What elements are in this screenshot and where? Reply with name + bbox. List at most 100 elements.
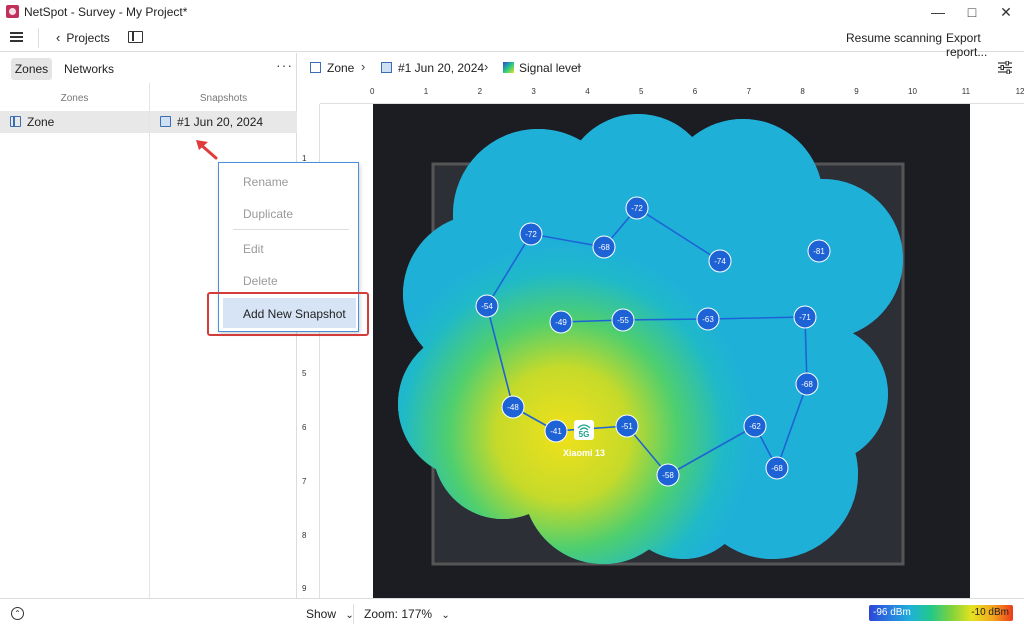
tab-zones[interactable]: Zones <box>11 58 52 80</box>
ruler-top-tick: 11 <box>961 87 971 96</box>
ruler-left-tick: 7 <box>302 476 307 486</box>
ruler-top-tick: 4 <box>585 87 590 96</box>
menu-item-edit[interactable]: Edit <box>243 242 264 256</box>
hamburger-menu-icon[interactable] <box>10 30 24 44</box>
maximize-icon[interactable]: □ <box>955 0 989 24</box>
ruler-top-tick: 10 <box>908 87 917 96</box>
zoom-dropdown[interactable]: Zoom: 177% ⌄ <box>364 607 450 621</box>
zone-list-item[interactable]: Zone <box>0 111 149 133</box>
menu-item-rename[interactable]: Rename <box>243 175 288 189</box>
survey-point-value: -63 <box>702 315 714 324</box>
ruler-top-tick: 2 <box>477 87 483 96</box>
snapshot-name: #1 Jun 20, 2024 <box>177 115 264 129</box>
snapshot-icon <box>381 62 392 73</box>
ruler-top-tick: 6 <box>692 87 698 96</box>
ruler-top: 0 1 2 3 4 5 6 7 8 9 10 11 12 <box>320 82 1024 104</box>
survey-point[interactable]: -49 <box>549 310 573 334</box>
ruler-left-tick: 9 <box>302 584 307 594</box>
back-to-projects-button[interactable]: ‹ Projects <box>56 30 110 45</box>
zones-column-header: Zones <box>60 93 89 104</box>
app-logo-icon <box>6 5 19 18</box>
survey-point-value: -71 <box>799 313 811 322</box>
access-point-band: 5G <box>579 430 590 439</box>
survey-point[interactable]: -68 <box>795 372 819 396</box>
ruler-left-tick: 5 <box>302 369 307 379</box>
survey-point-value: -72 <box>525 230 537 239</box>
ruler-top-tick: 3 <box>531 87 536 96</box>
toolbar: ‹ Projects Resume scanning Export report.… <box>0 24 1024 59</box>
heatmap-view[interactable]: -72 -68 -72 -74 -81 -54 -49 -55 -63 -71 -68 -48 -41 -… <box>373 104 970 598</box>
survey-point[interactable]: -71 <box>793 305 817 329</box>
ruler-top-tick: 9 <box>854 87 859 96</box>
survey-point-value: -41 <box>550 427 562 436</box>
survey-point-value: -68 <box>771 464 783 473</box>
ruler-top-tick: 12 <box>1015 87 1024 96</box>
survey-point-value: -74 <box>714 257 726 266</box>
survey-point[interactable]: -68 <box>765 456 789 480</box>
survey-point[interactable]: -81 <box>807 239 831 263</box>
zoom-label: Zoom: 177% <box>364 607 433 621</box>
ruler-top-tick: 0 <box>370 87 375 96</box>
column-divider <box>149 83 150 598</box>
survey-point[interactable]: -41 <box>544 419 568 443</box>
ruler-left-tick: 6 <box>302 423 307 432</box>
tab-networks[interactable]: Networks <box>64 62 114 76</box>
survey-point-value: -48 <box>507 403 519 412</box>
chevron-down-icon: ⌄ <box>441 610 450 621</box>
snapshot-icon <box>160 116 171 127</box>
chevron-down-icon[interactable]: ⌄ <box>575 60 583 71</box>
snapshot-list-item[interactable]: #1 Jun 20, 2024 <box>150 111 297 133</box>
toolbar-divider <box>38 28 39 48</box>
highlight-box <box>207 292 369 336</box>
survey-point[interactable]: -74 <box>708 249 732 273</box>
visualization-dropdown[interactable]: Signal level <box>519 61 580 75</box>
menu-item-duplicate[interactable]: Duplicate <box>243 207 293 221</box>
legend-max-label: -10 dBm <box>971 607 1009 618</box>
settings-sliders-icon[interactable] <box>998 61 1012 74</box>
minimize-icon[interactable]: — <box>921 0 955 24</box>
zone-icon <box>310 62 321 73</box>
survey-point-value: -81 <box>813 247 825 256</box>
status-bar: ⌃ Show ⌄ Zoom: 177% ⌄ -96 dBm -10 dBm <box>0 598 1024 628</box>
survey-path-segment <box>622 318 709 321</box>
survey-point[interactable]: -51 <box>615 414 639 438</box>
survey-point[interactable]: -48 <box>501 395 525 419</box>
survey-point-value: -68 <box>801 380 813 389</box>
survey-point[interactable]: -54 <box>475 294 499 318</box>
survey-point[interactable]: -62 <box>743 414 767 438</box>
survey-point[interactable]: -72 <box>625 196 649 220</box>
survey-point[interactable]: -55 <box>611 308 635 332</box>
survey-point[interactable]: -63 <box>696 307 720 331</box>
more-options-icon[interactable]: ··· <box>276 57 293 73</box>
toggle-sidebar-icon[interactable] <box>128 31 143 43</box>
zone-icon <box>10 116 21 127</box>
chevron-right-icon: › <box>484 59 489 74</box>
survey-point-value: -54 <box>481 302 493 311</box>
close-icon[interactable]: ✕ <box>989 0 1023 24</box>
signal-legend: -96 dBm -10 dBm <box>869 605 1013 621</box>
ruler-top-tick: 5 <box>639 87 644 96</box>
breadcrumb-snapshot[interactable]: #1 Jun 20, 2024 <box>398 61 484 75</box>
zone-name: Zone <box>27 115 55 129</box>
ruler-top-tick: 8 <box>800 87 805 96</box>
menu-item-delete[interactable]: Delete <box>243 274 278 288</box>
title-bar: NetSpot - Survey - My Project* — □ ✕ <box>0 0 1024 24</box>
resume-scanning-button[interactable]: Resume scanning <box>846 31 942 45</box>
legend-min-label: -96 dBm <box>873 607 911 618</box>
heatmap-svg: -72 -68 -72 -74 -81 -54 -49 -55 -63 -71 -68 -48 -41 -… <box>398 114 905 566</box>
survey-point[interactable]: -72 <box>519 222 543 246</box>
breadcrumb-zone[interactable]: Zone <box>327 61 354 75</box>
collapse-panel-icon[interactable]: ⌃ <box>11 607 24 620</box>
survey-point-value: -68 <box>598 243 610 252</box>
survey-point-value: -51 <box>621 422 633 431</box>
ruler-top-tick: 7 <box>746 87 752 96</box>
survey-point[interactable]: -58 <box>656 463 680 487</box>
back-label: Projects <box>66 31 110 45</box>
survey-point[interactable]: -68 <box>592 235 616 259</box>
annotation-arrow-icon <box>196 140 218 160</box>
show-dropdown[interactable]: Show ⌄ <box>306 607 354 621</box>
ruler-top-tick: 1 <box>423 87 429 96</box>
window-title: NetSpot - Survey - My Project* <box>24 5 188 19</box>
breadcrumb: Zone › #1 Jun 20, 2024 › Signal level ⌄ <box>298 53 1024 81</box>
signal-level-icon <box>503 62 514 73</box>
